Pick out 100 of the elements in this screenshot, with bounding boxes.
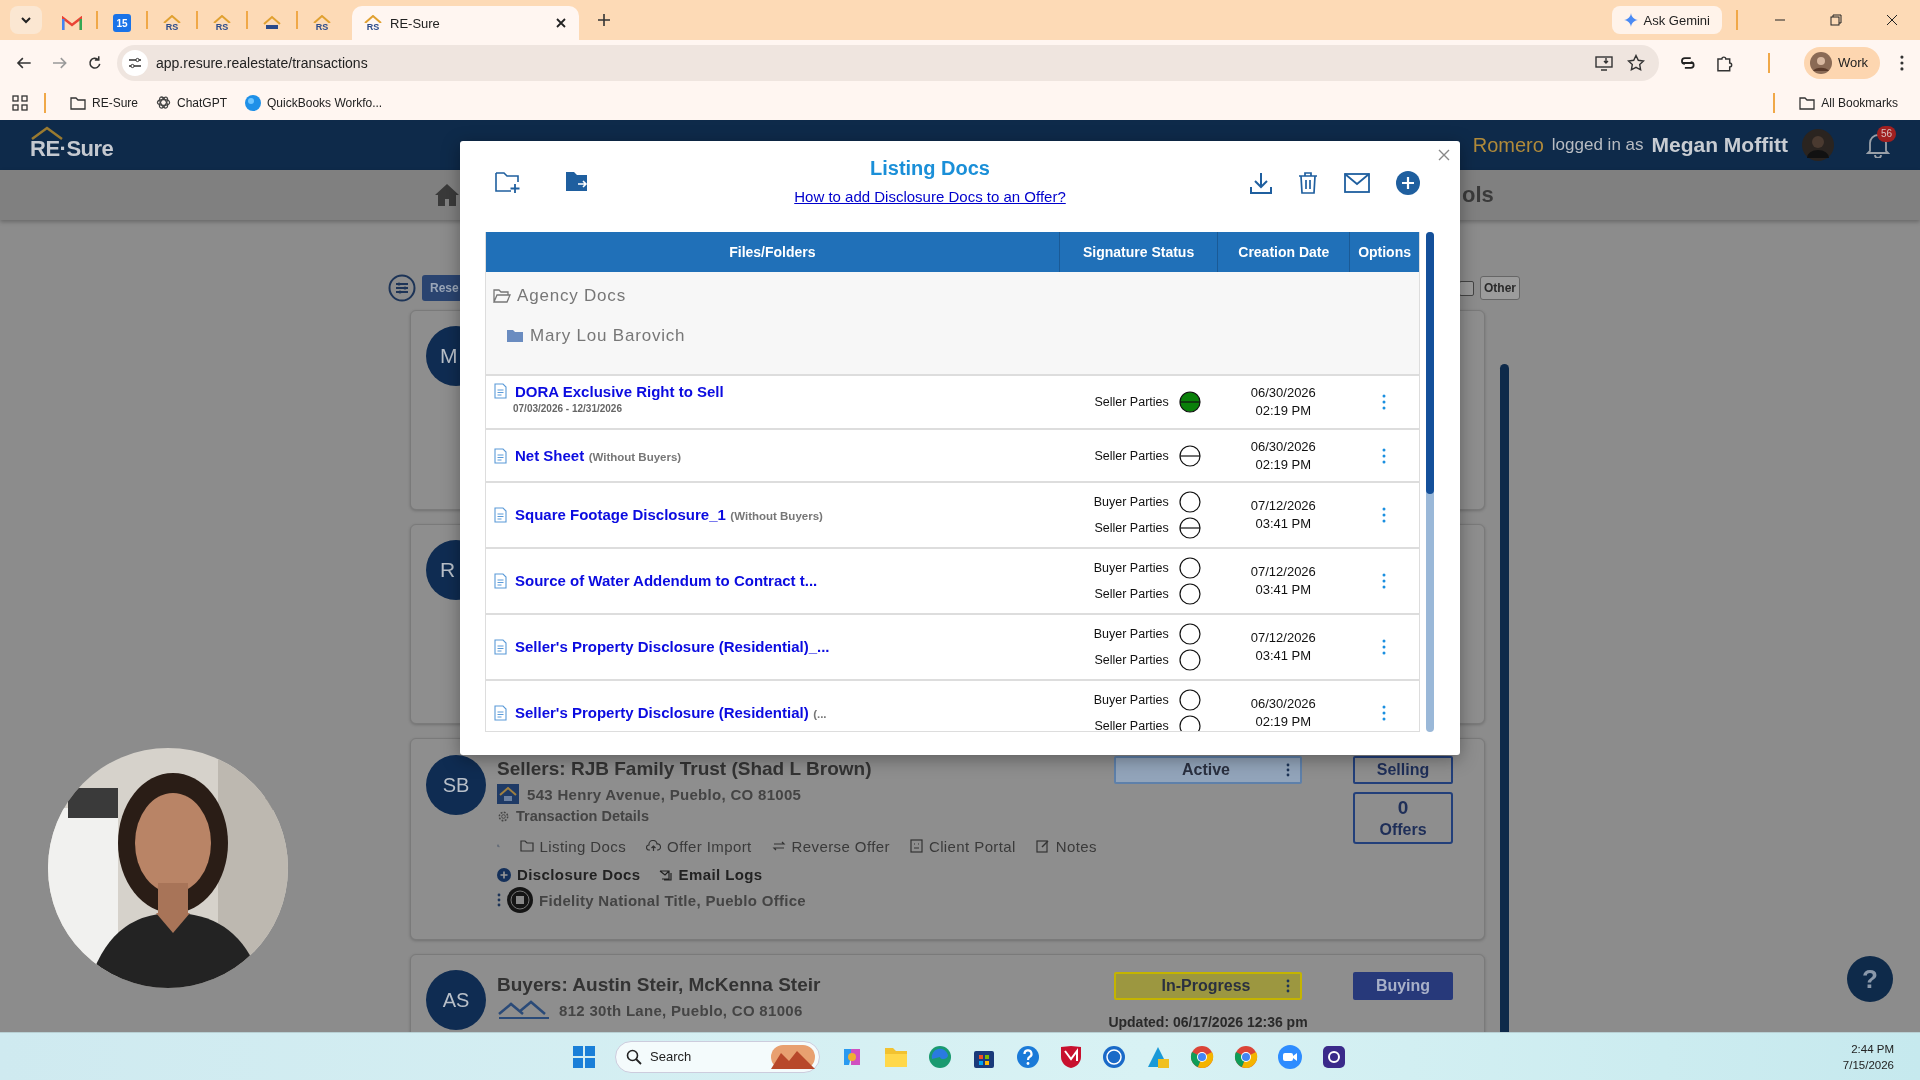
download-icon[interactable]: [1250, 172, 1272, 194]
card-action[interactable]: Notes: [1035, 837, 1097, 855]
scrollbar[interactable]: [1500, 364, 1509, 1032]
trash-icon[interactable]: [1298, 172, 1318, 194]
all-bookmarks[interactable]: All Bookmarks: [1791, 95, 1906, 110]
other-label[interactable]: Other: [1480, 276, 1520, 300]
close-icon[interactable]: [1886, 14, 1898, 26]
house-logo-icon: [497, 784, 519, 804]
kebab-icon[interactable]: [1286, 763, 1290, 777]
extensions-icon[interactable]: [1716, 53, 1734, 72]
dialog-title: Listing Docs: [870, 157, 990, 180]
house-icon: [163, 14, 181, 23]
kebab-icon[interactable]: [1286, 979, 1290, 993]
help-link[interactable]: How to add Disclosure Docs to an Offer?: [794, 188, 1066, 205]
mail-icon: [62, 15, 82, 31]
profile-button[interactable]: Work: [1803, 46, 1881, 79]
kebab-icon[interactable]: [1382, 573, 1387, 589]
restore-icon[interactable]: [1830, 14, 1842, 26]
kebab-icon[interactable]: [497, 893, 501, 907]
card-action[interactable]: Offer Import: [646, 837, 752, 855]
creation-time: 03:41 PM: [1255, 582, 1312, 598]
close-icon[interactable]: [555, 17, 567, 29]
card-action[interactable]: Reverse Offer: [771, 837, 890, 855]
file-name[interactable]: DORA Exclusive Right to Sell: [515, 383, 724, 401]
kebab-icon[interactable]: [1382, 705, 1387, 721]
bookmark[interactable]: ChatGPT: [148, 95, 236, 110]
clock[interactable]: 2:44 PM 7/15/2026: [1842, 1040, 1894, 1073]
creation-date: 06/30/2026: [1250, 696, 1316, 712]
card-action[interactable]: Listing Docs: [519, 837, 627, 855]
video-call-icon[interactable]: [1278, 1044, 1302, 1069]
gear-icon: [497, 809, 510, 823]
offers-button[interactable]: 0 Offers: [1353, 792, 1453, 844]
card-action[interactable]: Email Logs: [658, 866, 763, 883]
browser-icon[interactable]: [928, 1044, 952, 1069]
status-badge[interactable]: Active: [1114, 756, 1302, 784]
kebab-icon[interactable]: [1382, 639, 1387, 655]
folder-row[interactable]: Mary Lou Barovich: [486, 324, 1419, 348]
party-label: Seller Parties: [1093, 448, 1169, 463]
browser-tab[interactable]: 15: [100, 6, 144, 40]
home-icon[interactable]: [434, 183, 460, 207]
add-circle-icon[interactable]: [1396, 171, 1420, 195]
file-name[interactable]: Seller's Property Disclosure (Residential) (...: [515, 704, 827, 722]
help-button[interactable]: ?: [1847, 956, 1893, 1002]
help-icon[interactable]: [1016, 1044, 1040, 1069]
creation-time: 02:19 PM: [1255, 714, 1312, 730]
tab-list-button[interactable]: [10, 6, 42, 34]
chrome-icon[interactable]: [1234, 1044, 1258, 1069]
canyon-icon: [771, 1044, 815, 1069]
mail-icon[interactable]: [1344, 173, 1370, 193]
windows-icon[interactable]: [573, 1045, 595, 1068]
creation-time: 02:19 PM: [1255, 403, 1312, 419]
party-label: Buyer Parties: [1092, 627, 1169, 641]
card-action[interactable]: Disclosure Docs: [497, 866, 641, 883]
creation-time: 03:41 PM: [1255, 648, 1312, 664]
status-badge[interactable]: In-Progress: [1114, 972, 1302, 1000]
logo[interactable]: RE·Sure: [30, 138, 114, 160]
file-name[interactable]: Seller's Property Disclosure (Residential)_...: [515, 638, 830, 656]
side-tag: Buying: [1353, 972, 1453, 1000]
bookmark[interactable]: QuickBooks Workfo...: [237, 94, 391, 111]
browser-tab[interactable]: RS: [300, 6, 344, 40]
scrollbar[interactable]: [1426, 232, 1434, 732]
search-icon: [626, 1048, 642, 1065]
site-settings-icon[interactable]: [121, 49, 148, 76]
column-header: Files/Folders: [728, 243, 817, 262]
transaction-title[interactable]: Buyers: Austin Steir, McKenna Steir: [497, 974, 1097, 996]
folder-row[interactable]: Agency Docs: [486, 284, 1419, 308]
card-action[interactable]: Client Portal: [909, 837, 1016, 855]
apps-icon[interactable]: [12, 94, 28, 111]
folder-add-icon[interactable]: [495, 170, 521, 194]
updated-date: Updated: 06/17/2026 12:36 pm: [1108, 1014, 1308, 1030]
file-name[interactable]: Source of Water Addendum to Contract t...: [515, 572, 818, 590]
initials-avatar: AS: [426, 970, 486, 1030]
reload-icon[interactable]: [87, 54, 103, 71]
browser-tab[interactable]: RS: [200, 6, 244, 40]
search-field[interactable]: Search: [615, 1040, 820, 1073]
kebab-icon[interactable]: [1382, 394, 1387, 410]
star-icon[interactable]: [1626, 53, 1645, 72]
install-icon[interactable]: [1594, 54, 1613, 71]
kebab-icon[interactable]: [1382, 507, 1387, 523]
file-name[interactable]: Net Sheet (Without Buyers): [515, 446, 682, 465]
transaction-title[interactable]: Sellers: RJB Family Trust (Shad L Brown): [497, 758, 1097, 780]
kebab-icon[interactable]: [1382, 447, 1387, 464]
file-name[interactable]: Square Footage Disclosure_1 (Without Buyers): [515, 506, 823, 524]
folder-icon: [519, 840, 534, 852]
globe-icon[interactable]: [1102, 1044, 1126, 1069]
ask-gemini-button[interactable]: Ask Gemini: [1611, 6, 1722, 34]
bookmark[interactable]: RE-Sure: [62, 95, 146, 110]
link-icon[interactable]: [1678, 54, 1697, 71]
party-label: Seller Parties: [1093, 587, 1169, 601]
app-icon[interactable]: [1322, 1044, 1346, 1069]
shield-icon[interactable]: [1060, 1044, 1082, 1069]
browser-tab[interactable]: RS: [150, 6, 194, 40]
browser-tab[interactable]: RS RE-Sure: [352, 6, 579, 40]
creation-date: 07/12/2026: [1250, 564, 1316, 580]
address-bar[interactable]: app.resure.realestate/transactions: [116, 44, 1659, 81]
chrome-icon[interactable]: [1190, 1044, 1214, 1069]
new-tab-icon[interactable]: [597, 13, 611, 27]
party-label: Seller Parties: [1093, 395, 1169, 409]
menu-icon[interactable]: [1900, 54, 1904, 71]
filter-icon[interactable]: [388, 274, 416, 302]
